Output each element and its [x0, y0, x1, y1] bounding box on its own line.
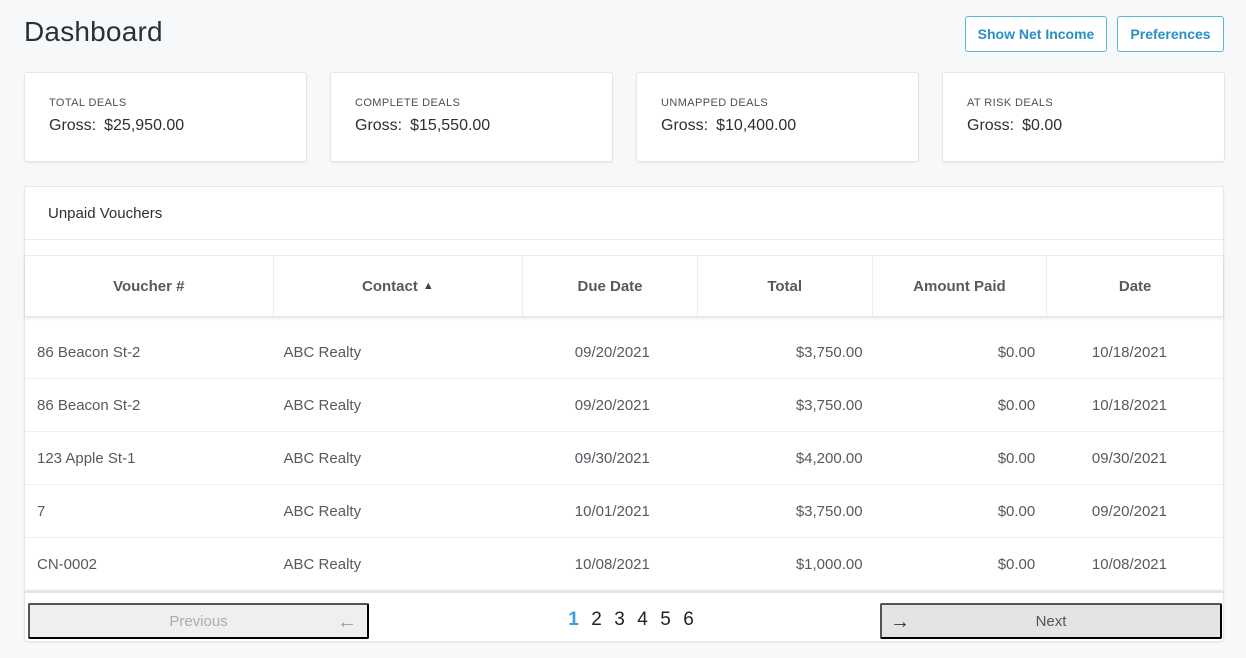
cell-amount-paid: $0.00	[997, 396, 1036, 414]
page-numbers: 1 2 3 4 5 6	[562, 609, 700, 631]
cell-voucher: 123 Apple St-1	[37, 449, 136, 467]
cell-voucher: 86 Beacon St-2	[37, 396, 141, 414]
cell-contact: ABC Realty	[283, 555, 362, 573]
next-button[interactable]: → Next	[880, 603, 1222, 639]
table-body: 86 Beacon St-2 ABC Realty 09/20/2021 $3,…	[25, 326, 1223, 591]
table-row[interactable]: CN-0002 ABC Realty 10/08/2021 $1,000.00 …	[25, 538, 1223, 591]
gross-amount: $10,400.00	[716, 117, 797, 134]
gross-amount: $25,950.00	[104, 117, 185, 134]
show-net-income-button[interactable]: Show Net Income	[965, 16, 1107, 52]
cell-date: 10/18/2021	[1091, 396, 1167, 414]
table-row[interactable]: 86 Beacon St-2 ABC Realty 09/20/2021 $3,…	[25, 326, 1223, 379]
column-header-date[interactable]: Date	[1047, 256, 1223, 316]
gross-label: Gross:	[355, 117, 403, 134]
cell-amount-paid: $0.00	[997, 449, 1036, 467]
cell-due-date: 10/01/2021	[574, 502, 650, 520]
stat-label: TOTAL DEALS	[49, 97, 127, 109]
preferences-button[interactable]: Preferences	[1117, 16, 1224, 52]
cell-contact: ABC Realty	[283, 449, 362, 467]
cell-due-date: 09/20/2021	[574, 396, 650, 414]
stat-label: COMPLETE DEALS	[355, 97, 461, 109]
cell-contact: ABC Realty	[283, 502, 362, 520]
cell-voucher: CN-0002	[37, 555, 98, 573]
page-number-1[interactable]: 1	[562, 609, 585, 631]
stat-card-unmapped-deals: UNMAPPED DEALS Gross: $10,400.00	[636, 72, 919, 162]
stat-label: AT RISK DEALS	[967, 97, 1054, 109]
column-header-voucher[interactable]: Voucher #	[25, 256, 274, 316]
column-header-label: Contact	[362, 277, 418, 295]
cell-amount-paid: $0.00	[997, 555, 1036, 573]
next-label: Next	[1035, 612, 1067, 630]
column-header-label: Voucher #	[113, 277, 185, 295]
page-number-3[interactable]: 3	[608, 609, 631, 631]
table-row[interactable]: 86 Beacon St-2 ABC Realty 09/20/2021 $3,…	[25, 379, 1223, 432]
cell-due-date: 10/08/2021	[574, 555, 650, 573]
pagination-divider	[25, 591, 1223, 593]
cell-total: $3,750.00	[795, 396, 863, 414]
cell-date: 09/20/2021	[1091, 502, 1167, 520]
arrow-right-icon: →	[890, 611, 910, 633]
gross-label: Gross:	[967, 117, 1015, 134]
stat-value: Gross: $15,550.00	[355, 117, 612, 135]
page-title: Dashboard	[24, 16, 163, 47]
cell-amount-paid: $0.00	[997, 343, 1036, 361]
previous-button[interactable]: Previous ←	[28, 603, 369, 639]
cell-voucher: 7	[37, 502, 46, 520]
cell-total: $4,200.00	[795, 449, 863, 467]
triangle-up-icon: ▲	[422, 280, 434, 292]
arrow-left-icon: ←	[337, 611, 357, 633]
page-number-5[interactable]: 5	[654, 609, 677, 631]
table-row[interactable]: 123 Apple St-1 ABC Realty 09/30/2021 $4,…	[25, 432, 1223, 485]
cell-amount-paid: $0.00	[997, 502, 1036, 520]
stat-value: Gross: $10,400.00	[661, 117, 918, 135]
cell-date: 10/08/2021	[1091, 555, 1167, 573]
page-number-2[interactable]: 2	[585, 609, 608, 631]
column-header-due-date[interactable]: Due Date	[523, 256, 698, 316]
panel-title: Unpaid Vouchers	[48, 205, 163, 222]
dashboard-page: Dashboard Show Net Income Preferences TO…	[0, 0, 1246, 658]
cell-contact: ABC Realty	[283, 396, 362, 414]
table-header: Voucher # Contact ▲ Due Date Total Amount…	[25, 255, 1223, 316]
divider	[25, 239, 1223, 240]
gross-label: Gross:	[661, 117, 709, 134]
table-row[interactable]: 7 ABC Realty 10/01/2021 $3,750.00 $0.00 …	[25, 485, 1223, 538]
gross-amount: $15,550.00	[410, 117, 491, 134]
cell-voucher: 86 Beacon St-2	[37, 343, 141, 361]
column-header-total[interactable]: Total	[698, 256, 873, 316]
cell-date: 10/18/2021	[1091, 343, 1167, 361]
cell-total: $3,750.00	[795, 343, 863, 361]
stat-card-complete-deals: COMPLETE DEALS Gross: $15,550.00	[330, 72, 613, 162]
page-number-6[interactable]: 6	[677, 609, 700, 631]
gross-amount: $0.00	[1022, 117, 1063, 134]
column-header-contact[interactable]: Contact ▲	[274, 256, 524, 316]
cell-total: $1,000.00	[795, 555, 863, 573]
stat-label: UNMAPPED DEALS	[661, 97, 769, 109]
cell-contact: ABC Realty	[283, 343, 362, 361]
cell-date: 09/30/2021	[1091, 449, 1167, 467]
column-header-label: Amount Paid	[913, 277, 1006, 295]
cell-due-date: 09/30/2021	[574, 449, 650, 467]
gross-label: Gross:	[49, 117, 97, 134]
stat-card-total-deals: TOTAL DEALS Gross: $25,950.00	[24, 72, 307, 162]
column-header-label: Total	[767, 277, 803, 295]
column-header-label: Due Date	[577, 277, 643, 295]
unpaid-vouchers-panel: Unpaid Vouchers Voucher # Contact ▲ Due D…	[24, 186, 1224, 642]
page-number-4[interactable]: 4	[631, 609, 654, 631]
stat-value: Gross: $0.00	[967, 117, 1224, 135]
cell-total: $3,750.00	[795, 502, 863, 520]
stat-card-at-risk-deals: AT RISK DEALS Gross: $0.00	[942, 72, 1225, 162]
cell-due-date: 09/20/2021	[574, 343, 650, 361]
column-header-label: Date	[1118, 277, 1152, 295]
stat-value: Gross: $25,950.00	[49, 117, 306, 135]
column-header-amount-paid[interactable]: Amount Paid	[873, 256, 1048, 316]
previous-label: Previous	[169, 612, 228, 630]
